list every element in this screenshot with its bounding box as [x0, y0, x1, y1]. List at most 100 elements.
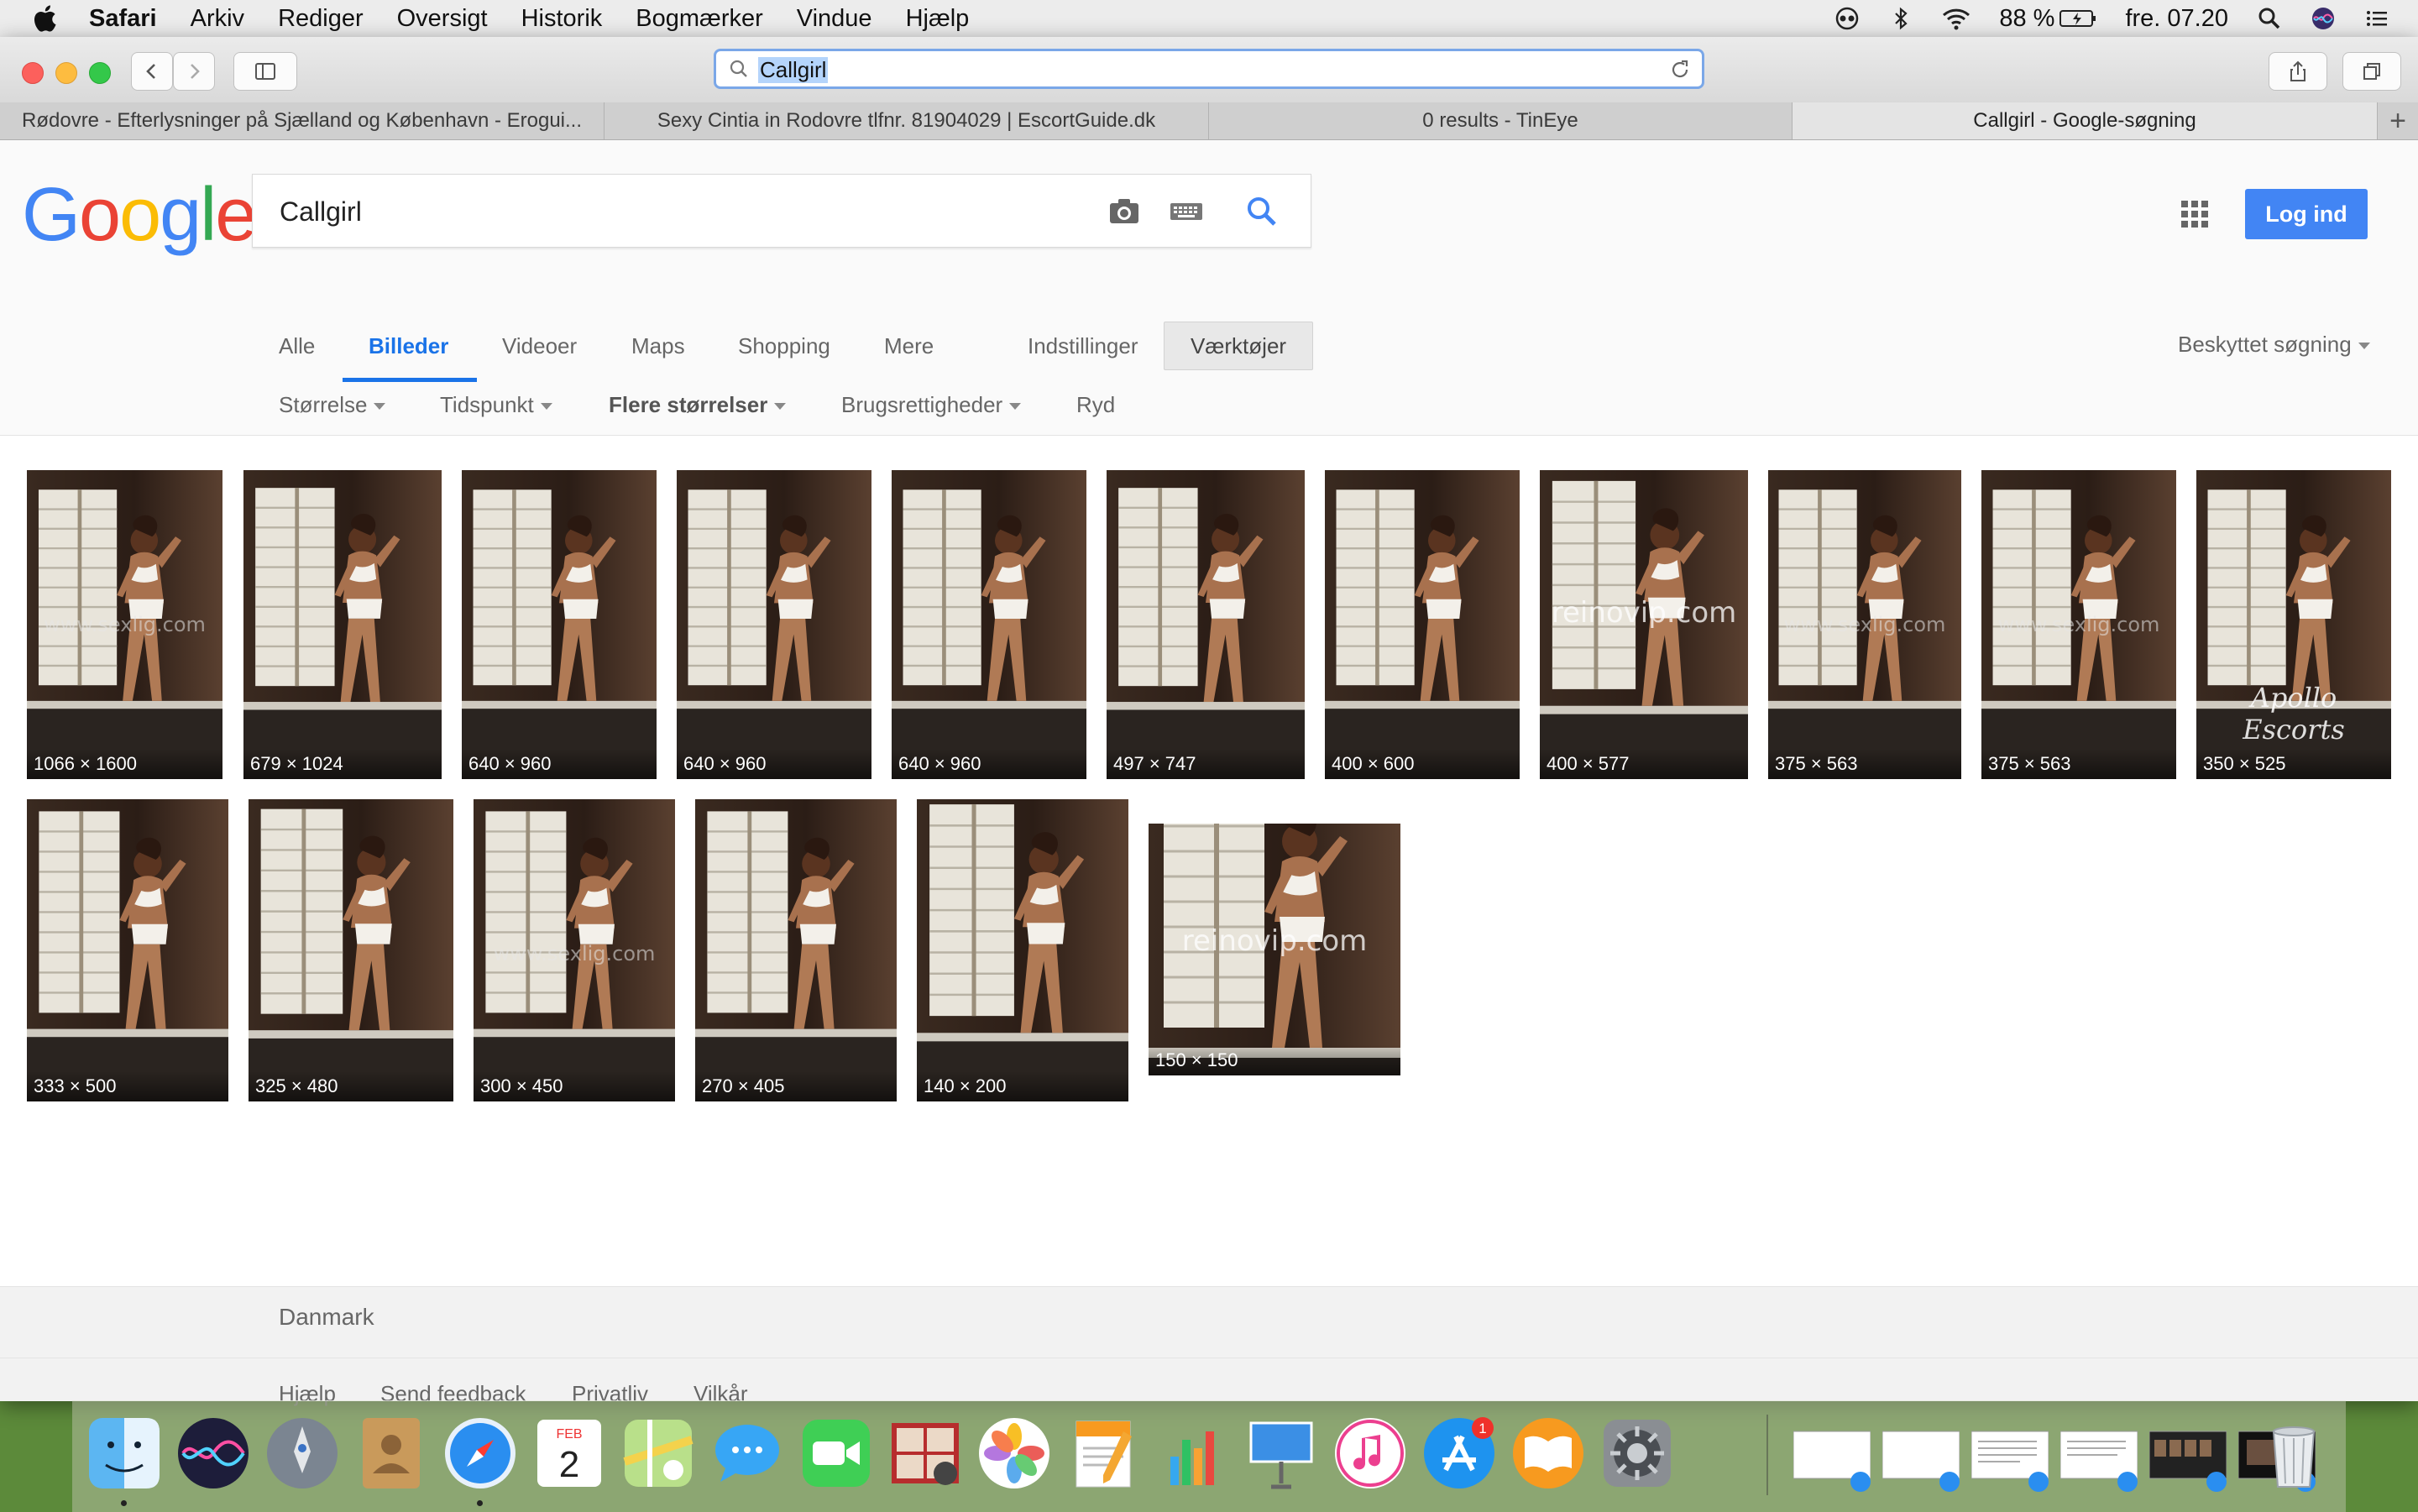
chevron-down-icon — [374, 403, 386, 411]
tab-google-search[interactable]: Callgirl - Google-søgning — [1793, 102, 2378, 139]
safesearch-dropdown[interactable]: Beskyttet søgning — [2178, 332, 2370, 358]
bluetooth-icon[interactable] — [1888, 6, 1913, 31]
image-result[interactable]: Apollo Escorts 350 × 525 — [2196, 470, 2391, 779]
image-result[interactable]: 140 × 200 — [917, 799, 1128, 1101]
menu-hjaelp[interactable]: Hjælp — [906, 5, 970, 33]
image-result[interactable]: 333 × 500 — [27, 799, 228, 1101]
battery-icon[interactable] — [2059, 6, 2096, 31]
filter-clear[interactable]: Ryd — [1076, 392, 1115, 418]
tab-alle[interactable]: Alle — [279, 333, 315, 359]
image-result[interactable]: www.sexlig.com 375 × 563 — [1768, 470, 1961, 779]
dock-facetime[interactable] — [798, 1415, 875, 1492]
menu-arkiv[interactable]: Arkiv — [191, 5, 244, 33]
dock-photos[interactable] — [976, 1415, 1053, 1492]
tab-videoer[interactable]: Videoer — [502, 333, 577, 359]
cast-icon[interactable] — [1834, 6, 1860, 31]
dock-contacts[interactable] — [353, 1415, 430, 1492]
menu-bogmaerker[interactable]: Bogmærker — [636, 5, 763, 33]
menu-rediger[interactable]: Rediger — [278, 5, 364, 33]
image-result[interactable]: 400 × 600 — [1325, 470, 1520, 779]
back-button[interactable] — [131, 52, 173, 91]
tools-button[interactable]: Værktøjer — [1164, 322, 1313, 370]
dock-pages[interactable] — [1065, 1415, 1142, 1492]
apple-icon[interactable] — [32, 4, 57, 33]
dock-launchpad[interactable] — [264, 1415, 341, 1492]
menu-vindue[interactable]: Vindue — [797, 5, 872, 33]
settings-link[interactable]: Indstillinger — [1028, 333, 1138, 359]
tab-eroguide[interactable]: Rødovre - Efterlysninger på Sjælland og … — [0, 102, 604, 139]
tab-shopping[interactable]: Shopping — [738, 333, 830, 359]
menu-oversigt[interactable]: Oversigt — [397, 5, 488, 33]
search-input[interactable]: Callgirl — [280, 196, 362, 228]
dock-minimized-window[interactable] — [1971, 1415, 2049, 1492]
keyboard-icon[interactable] — [1168, 193, 1205, 230]
menu-bar: Safari Arkiv Rediger Oversigt Historik B… — [0, 0, 2418, 38]
image-result[interactable]: 640 × 960 — [462, 470, 657, 779]
dock-siri[interactable] — [175, 1415, 252, 1492]
dock-numbers[interactable] — [1154, 1415, 1231, 1492]
dock-safari[interactable] — [442, 1415, 519, 1492]
share-button[interactable] — [2269, 52, 2327, 91]
camera-icon[interactable] — [1106, 193, 1143, 230]
image-result[interactable]: reinovip.com 150 × 150 — [1149, 824, 1400, 1075]
search-submit-icon[interactable] — [1243, 193, 1280, 230]
dock-photo-booth[interactable] — [887, 1415, 964, 1492]
tab-mere[interactable]: Mere — [884, 333, 934, 359]
siri-menu-icon[interactable] — [2311, 6, 2336, 31]
image-result[interactable]: www.sexlig.com 1066 × 1600 — [27, 470, 222, 779]
google-logo[interactable]: Google — [22, 172, 257, 259]
tab-maps[interactable]: Maps — [631, 333, 685, 359]
dock-minimized-window[interactable] — [1793, 1415, 1871, 1492]
sidebar-toggle-button[interactable] — [233, 52, 297, 91]
tab-billeder[interactable]: Billeder — [369, 333, 448, 359]
window-close-button[interactable] — [22, 62, 44, 84]
image-result[interactable]: www.sexlig.com 375 × 563 — [1981, 470, 2176, 779]
image-result[interactable]: 679 × 1024 — [243, 470, 442, 779]
dock-itunes[interactable] — [1332, 1415, 1409, 1492]
dock-messages[interactable] — [709, 1415, 786, 1492]
filter-time[interactable]: Tidspunkt — [440, 392, 552, 418]
dock-keynote[interactable] — [1243, 1415, 1320, 1492]
dock-calendar[interactable]: FEB 2 — [531, 1415, 608, 1492]
forward-button[interactable] — [173, 52, 215, 91]
menu-app-name[interactable]: Safari — [89, 5, 157, 33]
image-result[interactable]: 640 × 960 — [892, 470, 1086, 779]
dock-minimized-window[interactable] — [1882, 1415, 1960, 1492]
image-result[interactable]: 497 × 747 — [1107, 470, 1305, 779]
new-tab-button[interactable]: + — [2378, 102, 2418, 139]
search-box[interactable]: Callgirl — [252, 174, 1311, 248]
wifi-icon[interactable] — [1942, 6, 1971, 31]
tab-overview-button[interactable] — [2342, 52, 2401, 91]
dock-system-preferences[interactable] — [1599, 1415, 1676, 1492]
tab-tineye[interactable]: 0 results - TinEye — [1209, 102, 1793, 139]
login-button[interactable]: Log ind — [2245, 189, 2368, 239]
image-dimensions: 333 × 500 — [27, 1071, 228, 1101]
spotlight-icon[interactable] — [2257, 6, 2282, 31]
window-minimize-button[interactable] — [55, 62, 77, 84]
tab-escortguide[interactable]: Sexy Cintia in Rodovre tlfnr. 81904029 |… — [604, 102, 1209, 139]
dock-minimized-window[interactable] — [2059, 1415, 2138, 1492]
window-fullscreen-button[interactable] — [89, 62, 111, 84]
image-result[interactable]: 640 × 960 — [677, 470, 871, 779]
dock-app-store[interactable]: 1 — [1421, 1415, 1498, 1492]
apps-grid-icon[interactable] — [2180, 199, 2210, 229]
menu-historik[interactable]: Historik — [521, 5, 603, 33]
reload-icon[interactable] — [1668, 58, 1692, 81]
image-result[interactable]: reinovip.com 400 × 577 — [1540, 470, 1748, 779]
image-result[interactable]: 325 × 480 — [249, 799, 453, 1101]
clock[interactable]: fre. 07.20 — [2125, 5, 2228, 33]
image-dimensions: 679 × 1024 — [243, 749, 442, 779]
dock-maps[interactable] — [620, 1415, 697, 1492]
address-bar[interactable]: Callgirl — [714, 49, 1704, 89]
address-text[interactable]: Callgirl — [758, 57, 829, 83]
image-result[interactable]: 270 × 405 — [695, 799, 897, 1101]
dock-trash[interactable] — [2255, 1415, 2332, 1492]
notification-center-icon[interactable] — [2364, 6, 2389, 31]
dock-minimized-window[interactable] — [2148, 1415, 2227, 1492]
filter-more-sizes[interactable]: Flere størrelser — [609, 392, 787, 418]
dock-ibooks[interactable] — [1510, 1415, 1587, 1492]
image-result[interactable]: www.sexlig.com 300 × 450 — [474, 799, 675, 1101]
dock-finder[interactable] — [86, 1415, 163, 1492]
filter-size[interactable]: Størrelse — [279, 392, 386, 418]
filter-usage-rights[interactable]: Brugsrettigheder — [841, 392, 1022, 418]
